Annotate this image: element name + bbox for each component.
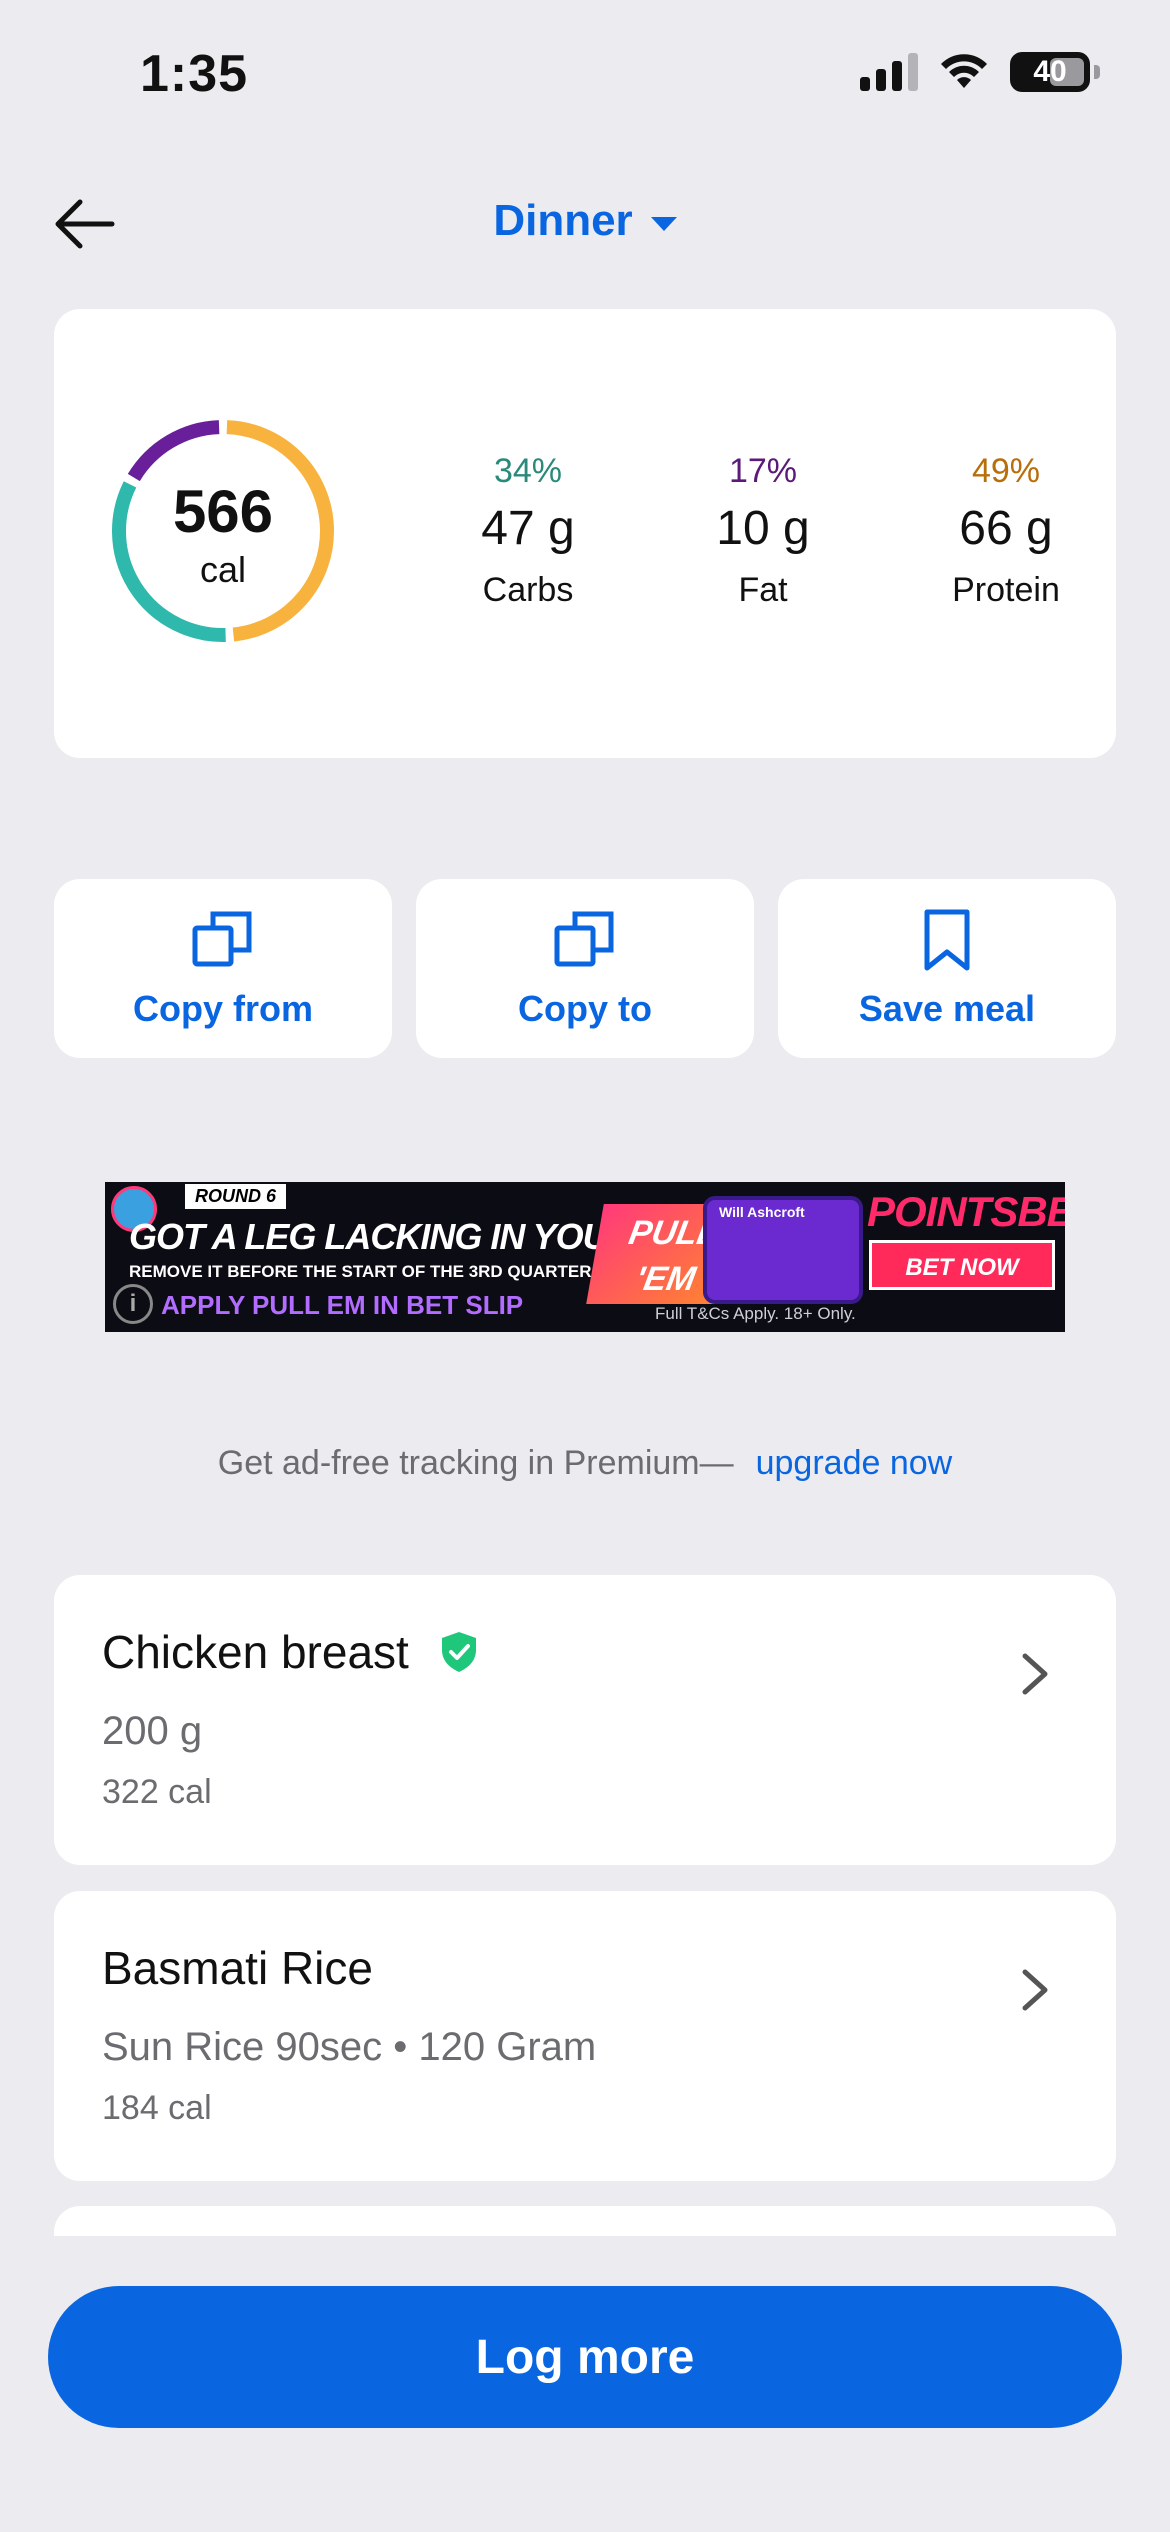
chevron-right-icon — [1022, 1969, 1048, 2011]
save-meal-button[interactable]: Save meal — [778, 879, 1116, 1058]
wifi-icon — [941, 54, 987, 88]
bookmark-icon — [924, 909, 970, 970]
battery-icon: 40 — [1010, 52, 1100, 92]
ad-apply: APPLY PULL EM IN BET SLIP — [161, 1290, 524, 1320]
calorie-unit: cal — [199, 549, 247, 590]
ad-bet-now-button[interactable]: BET NOW — [869, 1240, 1055, 1290]
food-calories: 184 cal — [102, 2089, 212, 2127]
food-serving: Sun Rice 90sec • 120 Gram — [102, 2025, 597, 2069]
ad-round: ROUND 6 — [185, 1184, 287, 1209]
copy-icon — [192, 911, 252, 966]
food-serving: 200 g — [102, 1709, 203, 1753]
macro-label: Protein — [952, 571, 1060, 609]
macro-grams: 47 g — [481, 502, 575, 555]
copy-to-label: Copy to — [518, 987, 652, 1029]
ad-terms: Full T&Cs Apply. 18+ Only. — [655, 1304, 856, 1323]
macro-fat: 17% 10 g Fat — [663, 449, 863, 613]
food-calories: 322 cal — [102, 1773, 212, 1811]
calorie-total: 566 cal — [108, 479, 338, 591]
food-name: Chicken breast — [102, 1626, 409, 1678]
macro-label: Carbs — [482, 571, 574, 609]
meal-title: Dinner — [493, 196, 633, 245]
food-name-row: Chicken breast — [102, 1625, 479, 1679]
battery-level: 40 — [1033, 55, 1067, 88]
info-icon[interactable]: i — [113, 1284, 153, 1324]
copy-to-button[interactable]: Copy to — [416, 879, 754, 1058]
meal-selector[interactable]: Dinner — [0, 196, 1170, 246]
food-name-row: Basmati Rice — [102, 1941, 373, 1995]
copy-from-button[interactable]: Copy from — [54, 879, 392, 1058]
premium-upsell: Get ad-free tracking in Premium— upgrade … — [0, 1444, 1170, 1483]
verified-shield-icon — [441, 1632, 476, 1672]
status-time: 1:35 — [140, 45, 249, 103]
macro-percent: 49% — [971, 452, 1041, 490]
log-more-button[interactable]: Log more — [48, 2286, 1122, 2428]
copy-icon — [554, 911, 614, 966]
macro-percent: 34% — [493, 452, 563, 490]
save-meal-label: Save meal — [858, 987, 1036, 1029]
chevron-right-icon — [1022, 1653, 1048, 1695]
macro-label: Fat — [738, 571, 788, 609]
copy-from-label: Copy from — [133, 987, 313, 1029]
macro-protein: 49% 66 g Protein — [906, 449, 1106, 613]
ad-player: Will Ashcroft — [719, 1204, 805, 1220]
ad-subline: REMOVE IT BEFORE THE START OF THE 3RD QU… — [129, 1262, 592, 1281]
status-icons: 40 — [860, 52, 1100, 92]
ad-brand: POINTSBET — [867, 1188, 1065, 1235]
macro-grams: 66 g — [959, 502, 1053, 555]
ring-segment-fat — [127, 420, 220, 482]
chevron-down-icon — [650, 217, 677, 231]
upgrade-link[interactable]: upgrade now — [756, 1444, 953, 1482]
food-name: Basmati Rice — [102, 1942, 373, 1994]
nutrition-summary-card: 566 cal 34% 47 g Carbs 17% 10 g Fat 49% … — [54, 309, 1116, 758]
calorie-value: 566 — [172, 478, 274, 545]
cellular-signal-icon — [860, 53, 918, 91]
food-row[interactable]: Basmati Rice Sun Rice 90sec • 120 Gram 1… — [54, 1891, 1116, 2181]
food-row[interactable]: Chicken breast 200 g 322 cal — [54, 1575, 1116, 1865]
macro-grams: 10 g — [716, 502, 810, 555]
macro-carbs: 34% 47 g Carbs — [428, 449, 628, 613]
premium-text: Get ad-free tracking in Premium— — [217, 1444, 734, 1482]
macro-percent: 17% — [728, 452, 798, 490]
ad-banner[interactable]: ROUND 6 GOT A LEG LACKING IN YOUR SGM? R… — [105, 1182, 1065, 1332]
